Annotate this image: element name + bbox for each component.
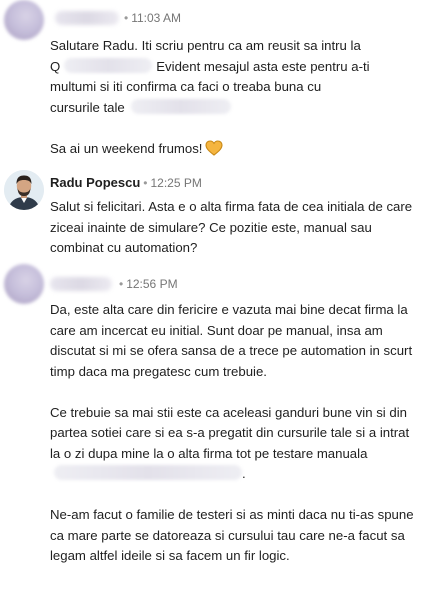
- yellow-heart-icon: [205, 139, 224, 163]
- message-line: cursurile tale: [50, 98, 422, 119]
- sender-avatar-blurred[interactable]: [4, 264, 44, 304]
- redacted-company-name: [54, 465, 242, 480]
- sender-name-blurred[interactable]: [55, 11, 119, 25]
- message-timestamp: 11:03 AM: [131, 11, 182, 25]
- message-timestamp: 12:25 PM: [150, 176, 202, 190]
- message-paragraph: Ce trebuie sa mai stii este ca aceleasi …: [50, 404, 410, 482]
- redacted-text: [130, 98, 231, 114]
- message-timestamp: 12:56 PM: [126, 277, 178, 291]
- message-paragraph: Ne-am facut o familie de testeri si as m…: [50, 507, 414, 563]
- message-body: Salutare Radu. Iti scriu pentru ca am re…: [50, 36, 422, 162]
- message-body: Da, este alta care din fericire e vazuta…: [50, 300, 422, 567]
- message-line: multumi si iti confirma ca faci o treaba…: [50, 79, 322, 94]
- separator-dot: •: [119, 277, 124, 291]
- message-header: Radu Popescu • 12:25 PM: [50, 175, 202, 190]
- message-line: Q Evident mesajul asta este pentru a-ti: [50, 57, 370, 74]
- sender-name[interactable]: Radu Popescu: [50, 175, 140, 190]
- sender-name-blurred[interactable]: [50, 277, 112, 291]
- sender-avatar[interactable]: [4, 170, 44, 210]
- sender-avatar-blurred[interactable]: [4, 0, 44, 40]
- separator-dot: •: [143, 176, 148, 190]
- redacted-company-name: [64, 57, 153, 73]
- message-line: Sa ai un weekend frumos!: [50, 139, 422, 163]
- message-header: • 11:03 AM: [121, 11, 181, 25]
- separator-dot: •: [124, 11, 129, 25]
- person-avatar-icon: [4, 170, 44, 210]
- message-body: Salut si felicitari. Asta e o alta firma…: [50, 197, 422, 259]
- message-text: Salut si felicitari. Asta e o alta firma…: [50, 199, 413, 255]
- message-header: • 12:56 PM: [116, 277, 178, 291]
- message-paragraph: Da, este alta care din fericire e vazuta…: [50, 302, 413, 379]
- message-line: Salutare Radu. Iti scriu pentru ca am re…: [50, 38, 361, 53]
